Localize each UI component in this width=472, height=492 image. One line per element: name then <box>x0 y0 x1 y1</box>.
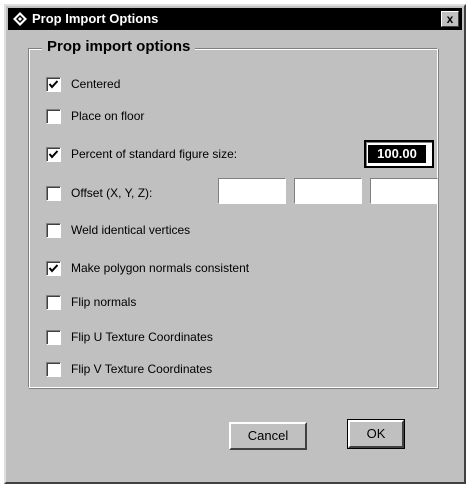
checkmark-icon <box>48 79 59 89</box>
centered-checkbox[interactable] <box>46 76 61 92</box>
option-flip-u[interactable]: Flip U Texture Coordinates <box>46 329 213 345</box>
option-place-on-floor[interactable]: Place on floor <box>46 108 144 124</box>
weld-vertices-label: Weld identical vertices <box>71 223 191 237</box>
flip-u-label: Flip U Texture Coordinates <box>71 330 213 344</box>
offset-label: Offset (X, Y, Z): <box>71 186 153 200</box>
offset-y-input[interactable] <box>294 178 362 204</box>
group-title: Prop import options <box>42 38 196 55</box>
place-on-floor-checkbox[interactable] <box>46 108 61 124</box>
polygon-normals-label: Make polygon normals consistent <box>71 261 250 275</box>
flip-normals-checkbox[interactable] <box>46 294 61 310</box>
percent-figure-size-checkbox[interactable] <box>46 146 61 162</box>
flip-v-checkbox[interactable] <box>46 361 61 377</box>
checkmark-icon <box>48 263 59 273</box>
percent-figure-size-label: Percent of standard figure size: <box>71 147 238 161</box>
weld-vertices-checkbox[interactable] <box>46 222 61 238</box>
checkmark-icon <box>48 149 59 159</box>
flip-normals-label: Flip normals <box>71 295 137 309</box>
option-flip-normals[interactable]: Flip normals <box>46 294 136 310</box>
ok-button[interactable]: OK <box>347 419 405 449</box>
flip-u-checkbox[interactable] <box>46 329 61 345</box>
window-title: Prop Import Options <box>32 11 159 26</box>
title-bar[interactable]: Prop Import Options x <box>8 8 462 30</box>
option-flip-v[interactable]: Flip V Texture Coordinates <box>46 361 212 377</box>
place-on-floor-label: Place on floor <box>71 109 145 123</box>
cancel-button[interactable]: Cancel <box>229 422 307 450</box>
option-centered[interactable]: Centered <box>46 76 120 92</box>
option-percent-figure-size[interactable]: Percent of standard figure size: <box>46 146 237 162</box>
percent-size-input[interactable]: 100.00 <box>364 140 434 168</box>
option-polygon-normals[interactable]: Make polygon normals consistent <box>46 260 249 276</box>
polygon-normals-checkbox[interactable] <box>46 260 61 276</box>
flip-v-label: Flip V Texture Coordinates <box>71 362 213 376</box>
percent-size-value: 100.00 <box>368 145 426 163</box>
offset-x-input[interactable] <box>218 178 286 204</box>
option-offset[interactable]: Offset (X, Y, Z): <box>46 185 152 201</box>
option-weld-vertices[interactable]: Weld identical vertices <box>46 222 190 238</box>
close-icon: x <box>446 12 454 26</box>
centered-label: Centered <box>71 77 121 91</box>
offset-z-input[interactable] <box>370 178 438 204</box>
diamond-app-icon <box>12 11 28 27</box>
offset-checkbox[interactable] <box>46 185 61 201</box>
close-button[interactable]: x <box>441 11 459 27</box>
